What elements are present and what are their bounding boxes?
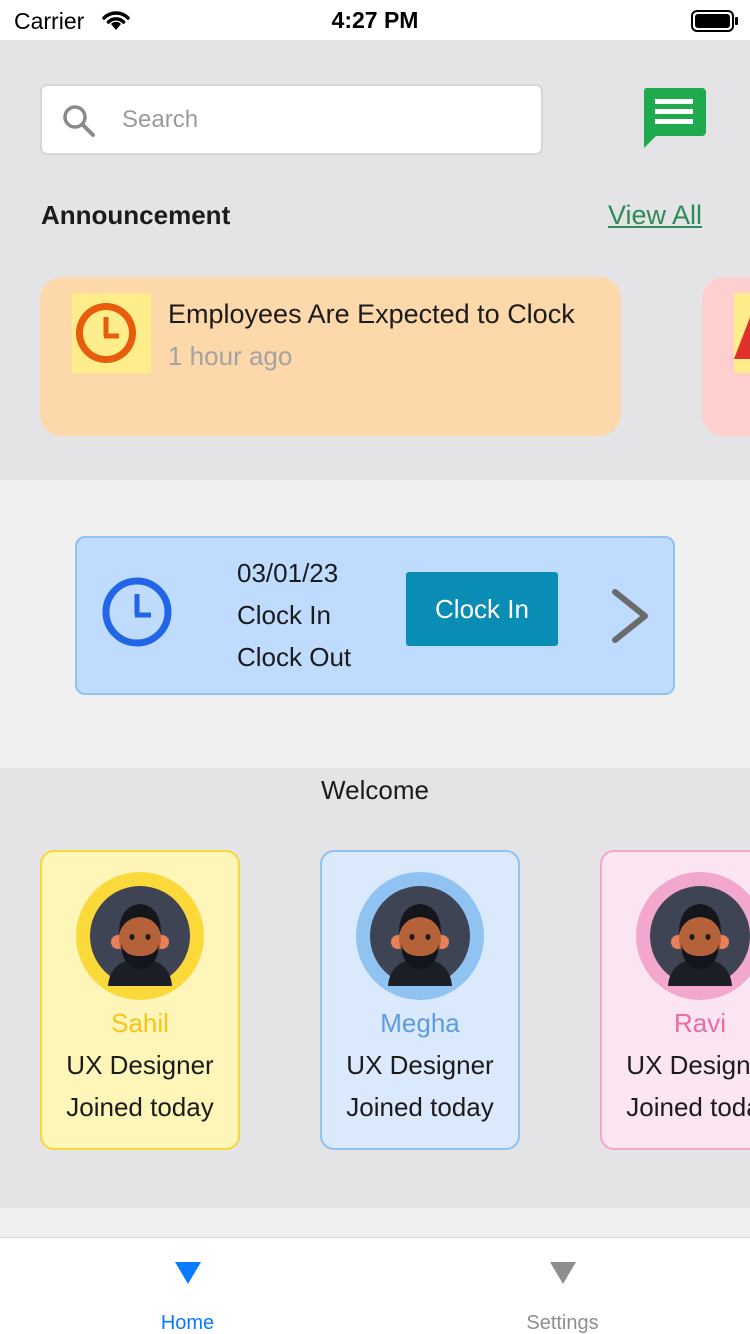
app-screen: Carrier 4:27 PM Search Announcement View… (0, 0, 750, 1334)
chevron-right-icon[interactable] (609, 586, 653, 651)
status-time: 4:27 PM (331, 7, 419, 33)
announcement-card-partial[interactable] (702, 277, 750, 436)
search-input[interactable] (122, 98, 522, 142)
avatar (370, 886, 470, 991)
clock-icon (72, 293, 151, 373)
clock-icon (101, 576, 173, 653)
employee-name: Sahil (111, 1008, 169, 1038)
avatar (650, 886, 750, 991)
section-divider (0, 1208, 750, 1237)
tab-settings[interactable]: Settings (375, 1238, 750, 1334)
settings-tab-icon (550, 1260, 576, 1291)
employee-card[interactable]: Ravi UX Designer Joined today (600, 850, 750, 1150)
battery-icon (691, 10, 739, 37)
avatar (90, 886, 190, 991)
employee-name: Megha (380, 1008, 460, 1038)
employee-card[interactable]: Megha UX Designer Joined today (320, 850, 520, 1150)
announcement-time: 1 hour ago (168, 341, 293, 371)
clock-out-label: Clock Out (237, 642, 352, 672)
avatar-ring (636, 872, 750, 1000)
employee-card[interactable]: Sahil UX Designer Joined today (40, 850, 240, 1150)
announcement-headline: Employees Are Expected to Clock (168, 299, 575, 329)
employee-role: UX Designer (66, 1050, 214, 1080)
employee-role: UX Designer (346, 1050, 494, 1080)
tab-settings-label: Settings (526, 1312, 599, 1334)
home-tab-icon (175, 1260, 201, 1291)
message-icon[interactable] (642, 88, 706, 155)
attendance-info: 03/01/23 Clock In Clock Out (237, 552, 351, 678)
clock-card: 03/01/23 Clock In Clock Out Clock In (75, 536, 675, 695)
avatar-ring (76, 872, 204, 1000)
employee-status: Joined today (346, 1092, 494, 1122)
tab-home[interactable]: Home (0, 1238, 375, 1334)
employee-status: Joined today (626, 1092, 750, 1122)
tab-home-label: Home (160, 1312, 215, 1334)
welcome-section: Welcome Sahil UX Designer Joined today M… (0, 768, 750, 1208)
tab-bar: Home Settings (0, 1237, 750, 1334)
announcement-section: Announcement View All Employees Are Expe… (0, 40, 750, 480)
alert-icon (734, 293, 750, 373)
announcement-card[interactable]: Employees Are Expected to Clock 1 hour a… (40, 277, 621, 436)
employee-role: UX Designer (626, 1050, 750, 1080)
search-icon (62, 104, 96, 143)
clock-in-button[interactable]: Clock In (406, 572, 558, 646)
clock-in-label: Clock In (237, 600, 331, 630)
avatar-ring (356, 872, 484, 1000)
view-all-link[interactable]: View All (608, 200, 702, 231)
employee-status: Joined today (66, 1092, 214, 1122)
employee-name: Ravi (673, 1008, 726, 1038)
announcement-title: Announcement (41, 200, 231, 230)
attendance-section: 03/01/23 Clock In Clock Out Clock In (0, 480, 750, 768)
attendance-date: 03/01/23 (237, 558, 339, 588)
search-bar[interactable] (40, 84, 543, 155)
status-bar: Carrier 4:27 PM (0, 0, 750, 40)
welcome-title: Welcome (321, 775, 429, 805)
